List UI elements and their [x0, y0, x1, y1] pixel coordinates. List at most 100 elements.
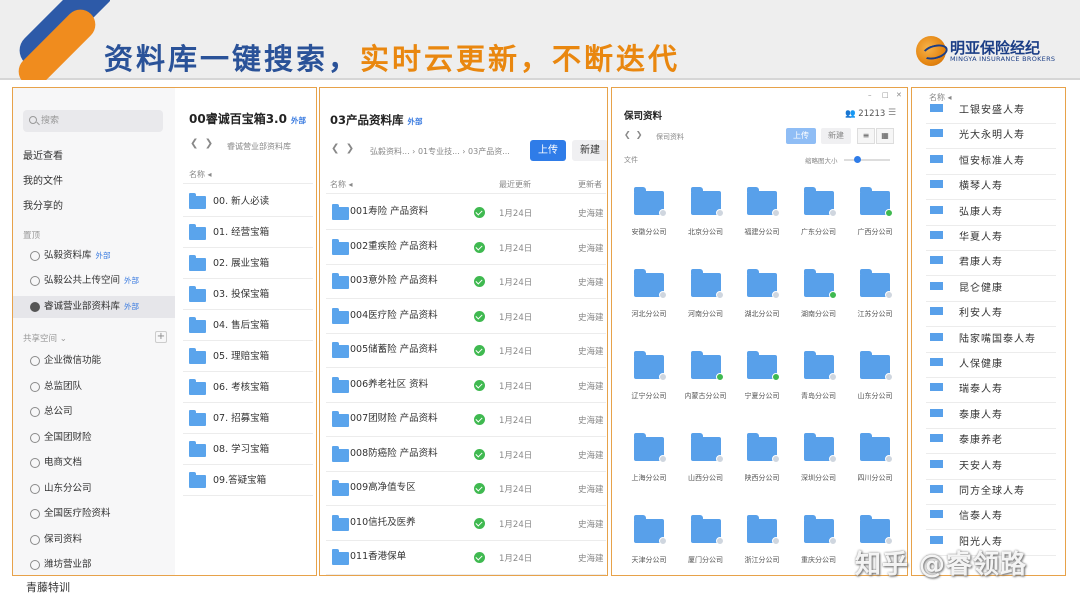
pinned-item[interactable]: 弘毅资料库 外部 [13, 245, 175, 267]
thumbnail-size-slider[interactable] [844, 156, 890, 163]
breadcrumb[interactable]: 保司资料 [656, 132, 684, 142]
folder-icon[interactable] [634, 269, 667, 299]
folder-icon[interactable] [690, 187, 724, 217]
folder-icon[interactable] [634, 433, 667, 463]
folder-row[interactable]: 00. 新人必读 [183, 186, 311, 217]
insurer-item[interactable]: 华夏人寿 [959, 228, 1003, 248]
folder-icon[interactable] [860, 351, 893, 381]
folder-icon[interactable] [690, 269, 724, 299]
folder-icon[interactable] [803, 515, 837, 545]
lock-icon [715, 537, 724, 545]
nav-shared-by-me[interactable]: 我分享的 [23, 197, 63, 212]
folder-icon[interactable] [860, 187, 893, 217]
file-row[interactable]: 010信托及医养 [326, 506, 606, 540]
folder-icon[interactable] [803, 269, 837, 299]
shared-space-item[interactable]: 总公司 [13, 401, 175, 423]
member-count[interactable]: 👥 21213 [845, 109, 885, 119]
folder-icon[interactable] [860, 515, 893, 545]
grid-view-icon[interactable]: ▦ [876, 128, 894, 144]
new-button[interactable]: 新建 [821, 128, 851, 144]
file-row[interactable]: 004医疗险 产品资料 [326, 299, 606, 333]
insurer-item[interactable]: 君康人寿 [959, 253, 1003, 273]
folder-icon[interactable] [747, 269, 780, 299]
file-row[interactable]: 011香港保单 [326, 540, 606, 574]
folder-icon[interactable] [747, 351, 780, 381]
file-row[interactable]: 007团财险 产品资料 [326, 402, 606, 436]
insurer-item[interactable]: 光大永明人寿 [959, 126, 1025, 146]
back-forward-arrows[interactable]: ❮ ❯ [331, 143, 354, 154]
file-row[interactable]: 005储蓄险 产品资料 [326, 333, 606, 367]
nav-recent[interactable]: 最近查看 [23, 147, 63, 162]
slider-knob[interactable] [854, 156, 861, 163]
folder-icon[interactable] [634, 351, 667, 381]
insurer-item[interactable]: 工银安盛人寿 [959, 101, 1025, 121]
insurer-item[interactable]: 泰康养老 [959, 431, 1003, 451]
folder-icon[interactable] [860, 269, 893, 299]
minimize-icon[interactable]: – [868, 91, 872, 99]
file-row[interactable]: 002重疾险 产品资料 [326, 230, 606, 264]
shared-space-item[interactable]: 保司资料 [13, 529, 175, 551]
insurer-item[interactable]: 瑞泰人寿 [959, 380, 1003, 400]
insurer-item[interactable]: 陆家嘴国泰人寿 [959, 330, 1036, 350]
list-view-icon[interactable]: ≡ [857, 128, 875, 144]
folder-row[interactable]: 03. 投保宝箱 [183, 279, 311, 310]
new-button[interactable]: 新建 [572, 140, 607, 161]
folder-icon[interactable] [803, 187, 837, 217]
folder-row[interactable]: 09.答疑宝箱 [183, 465, 311, 496]
insurer-item[interactable]: 恒安标准人寿 [959, 152, 1025, 172]
insurer-item[interactable]: 弘康人寿 [959, 203, 1003, 223]
folder-row[interactable]: 08. 学习宝箱 [183, 434, 311, 465]
insurer-item[interactable]: 人保健康 [959, 355, 1003, 375]
pinned-item[interactable]: 弘毅公共上传空间 外部 [13, 270, 175, 292]
shared-space-item[interactable]: 全国医疗险资料 [13, 503, 175, 525]
insurer-item[interactable]: 昆仑健康 [959, 279, 1003, 299]
folder-icon[interactable] [803, 433, 837, 463]
insurer-item[interactable]: 利安人寿 [959, 304, 1003, 324]
folder-row[interactable]: 04. 售后宝箱 [183, 310, 311, 341]
folder-row[interactable]: 07. 招募宝箱 [183, 403, 311, 434]
folder-icon[interactable] [860, 433, 893, 463]
folder-row[interactable]: 01. 经营宝箱 [183, 217, 311, 248]
folder-icon[interactable] [747, 187, 780, 217]
back-forward-arrows[interactable]: ❮ ❯ [190, 138, 213, 149]
insurer-item[interactable]: 天安人寿 [959, 457, 1003, 477]
folder-icon[interactable] [803, 351, 837, 381]
pinned-item-selected[interactable]: 睿诚营业部资料库 外部 [13, 296, 175, 318]
folder-icon[interactable] [747, 515, 780, 545]
file-row[interactable]: 001寿险 产品资料 [326, 195, 606, 229]
folder-icon[interactable] [690, 433, 724, 463]
file-row[interactable]: 003意外险 产品资料 [326, 264, 606, 298]
add-space-button[interactable]: + [155, 331, 167, 343]
folder-row[interactable]: 06. 考核宝箱 [183, 372, 311, 403]
insurer-item[interactable]: 泰康人寿 [959, 406, 1003, 426]
insurer-item[interactable]: 信泰人寿 [959, 507, 1003, 527]
menu-icon[interactable]: ☰ [888, 108, 896, 118]
insurer-item[interactable]: 横琴人寿 [959, 177, 1003, 197]
folder-icon[interactable] [690, 515, 724, 545]
upload-button[interactable]: 上传 [530, 140, 566, 161]
insurer-item[interactable]: 同方全球人寿 [959, 482, 1025, 502]
shared-space-item[interactable]: 总监团队 [13, 376, 175, 398]
nav-my-files[interactable]: 我的文件 [23, 172, 63, 187]
folder-icon[interactable] [634, 187, 667, 217]
shared-space-item[interactable]: 全国团财险 [13, 427, 175, 449]
file-row[interactable]: 008防癌险 产品资料 [326, 437, 606, 471]
shared-space-item[interactable]: 山东分公司 [13, 478, 175, 500]
folder-icon[interactable] [690, 351, 724, 381]
search-input[interactable]: 搜索 [23, 110, 163, 132]
back-forward-arrows[interactable]: ❮ ❯ [624, 130, 643, 139]
folder-icon[interactable] [747, 433, 780, 463]
breadcrumb[interactable]: 弘毅资料... › 01专业技... › 03产品资... [370, 146, 510, 157]
shared-space-item[interactable]: 电商文档 [13, 452, 175, 474]
upload-button[interactable]: 上传 [786, 128, 816, 144]
folder-row[interactable]: 02. 展业宝箱 [183, 248, 311, 279]
folder-row[interactable]: 05. 理赔宝箱 [183, 341, 311, 372]
file-row[interactable]: 006养老社区 资料 [326, 368, 606, 402]
maximize-icon[interactable]: □ [882, 91, 889, 99]
file-row[interactable]: 009高净值专区 [326, 471, 606, 505]
close-icon[interactable]: ✕ [896, 91, 902, 99]
shared-space-item[interactable]: 潍坊营业部 [13, 554, 175, 575]
breadcrumb[interactable]: 睿诚营业部资料库 [227, 141, 291, 152]
shared-space-item[interactable]: 企业微信功能 [13, 350, 175, 372]
folder-icon[interactable] [634, 515, 667, 545]
